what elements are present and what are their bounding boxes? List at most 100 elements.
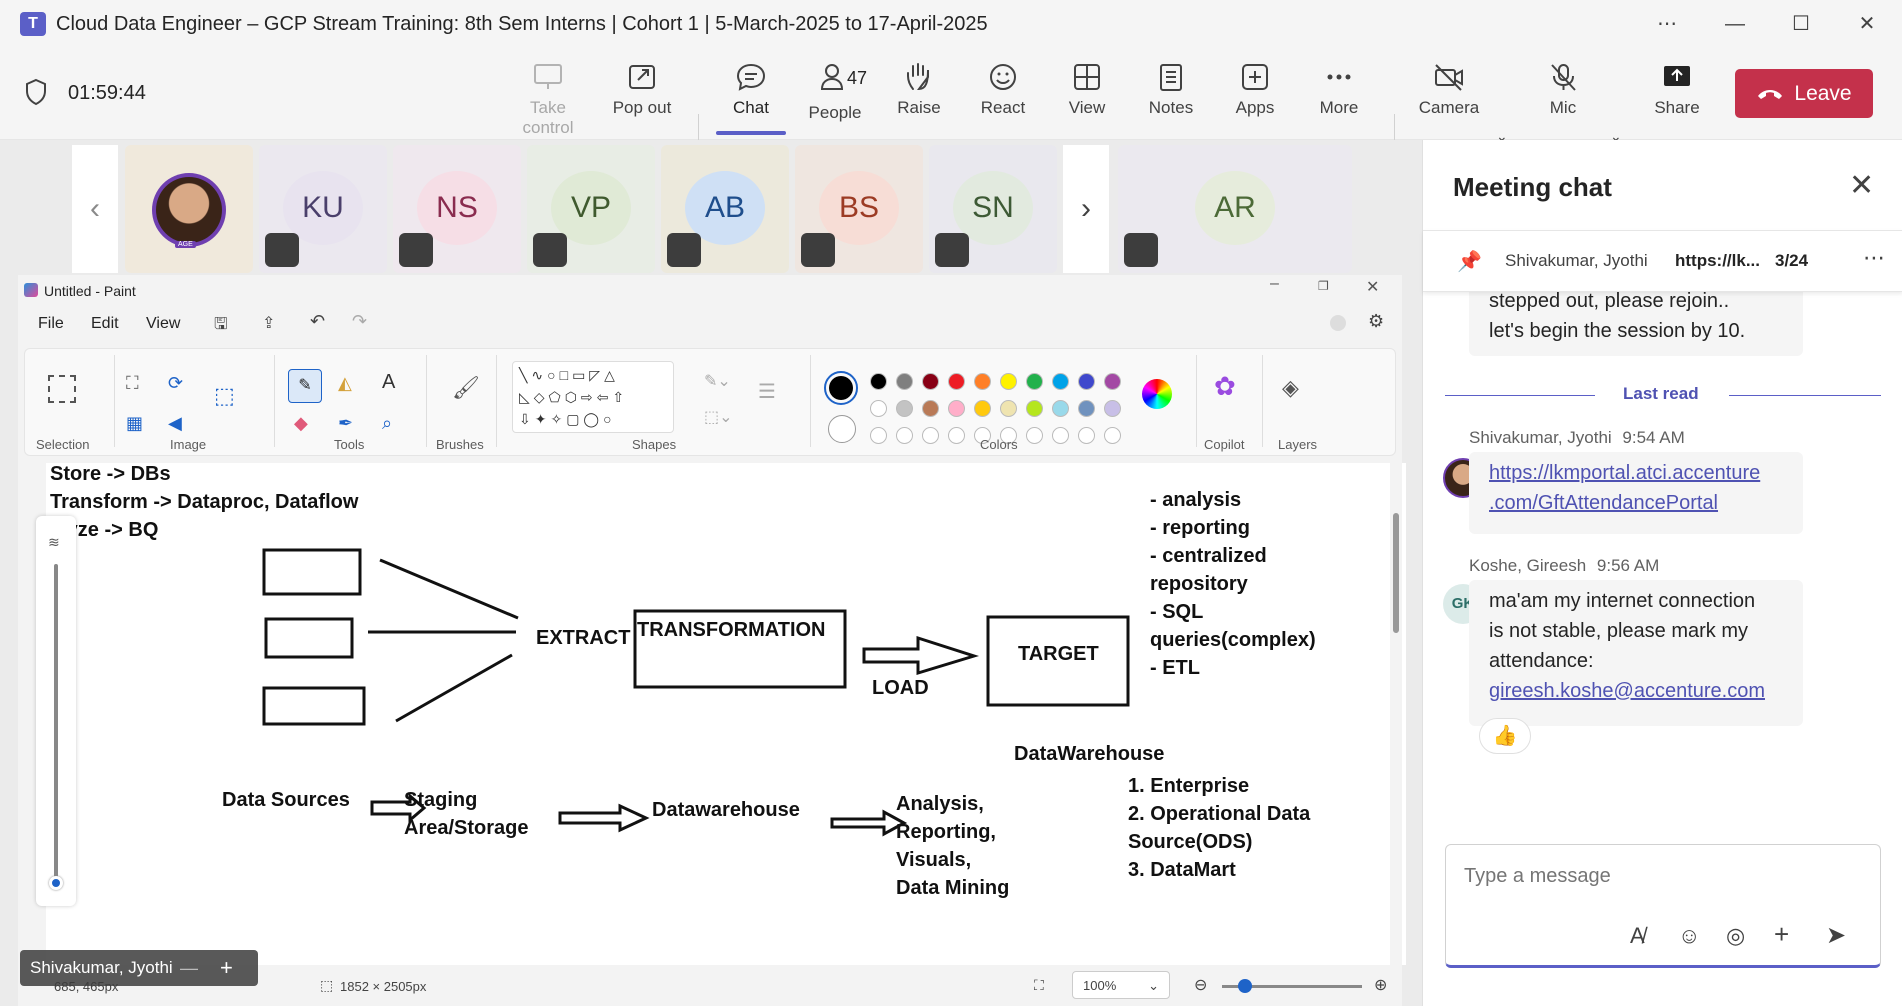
color-swatch[interactable] xyxy=(1052,373,1069,390)
participant-tile[interactable]: SN xyxy=(929,145,1057,273)
empty-color-slot[interactable] xyxy=(1078,427,1095,444)
participant-tile[interactable]: AR xyxy=(1118,145,1352,273)
pencil-tool-icon[interactable]: ✎ xyxy=(288,369,322,403)
shapes-gallery[interactable]: ╲∿○□▭◸△ ◺◇⬠⬡⇨⇦⇧ ⇩✦✧▢◯○ xyxy=(512,361,674,433)
copilot-icon[interactable]: ✿ xyxy=(1214,371,1236,402)
close-window-button[interactable]: ✕ xyxy=(1842,8,1892,40)
empty-color-slot[interactable] xyxy=(1026,427,1043,444)
settings-gear-icon[interactable]: ⚙ xyxy=(1368,311,1384,332)
paint-minimize-button[interactable]: – xyxy=(1270,275,1279,293)
color-swatch[interactable] xyxy=(1026,373,1043,390)
crop-icon[interactable]: ⛶ xyxy=(126,373,139,394)
color-swatch[interactable] xyxy=(1104,400,1121,417)
mic-button[interactable]: Mic xyxy=(1521,62,1605,132)
empty-color-slot[interactable] xyxy=(1052,427,1069,444)
participant-tile[interactable]: VP xyxy=(527,145,655,273)
color-swatch[interactable] xyxy=(1078,400,1095,417)
edit-colors-icon[interactable] xyxy=(1142,379,1172,409)
save-icon[interactable]: 🖫 xyxy=(214,313,228,340)
minimize-icon[interactable]: — xyxy=(180,950,198,986)
close-chat-icon[interactable]: ✕ xyxy=(1849,168,1874,203)
selection-tool-icon[interactable] xyxy=(48,375,76,403)
empty-color-slot[interactable] xyxy=(896,427,913,444)
raise-hand-button[interactable]: Raise xyxy=(877,62,961,132)
magnifier-icon[interactable]: ⌕ xyxy=(382,413,392,434)
camera-button[interactable]: Camera xyxy=(1407,62,1491,132)
menu-view[interactable]: View xyxy=(146,315,180,333)
layers-icon[interactable]: ◈ xyxy=(1282,375,1299,401)
menu-edit[interactable]: Edit xyxy=(91,315,119,333)
color-picker-icon[interactable]: ✒ xyxy=(338,413,353,434)
color-swatch[interactable] xyxy=(1078,373,1095,390)
fill-icon[interactable]: ⬚⌄ xyxy=(704,407,733,427)
redo-icon[interactable]: ↷ xyxy=(352,311,367,332)
color-swatch[interactable] xyxy=(1026,400,1043,417)
color-swatch[interactable] xyxy=(1000,373,1017,390)
color-swatch[interactable] xyxy=(896,400,913,417)
resize-icon[interactable]: ▦ xyxy=(126,413,143,434)
apps-button[interactable]: Apps xyxy=(1213,62,1297,132)
empty-color-slot[interactable] xyxy=(1104,427,1121,444)
participant-tile[interactable]: AGE xyxy=(125,145,253,273)
message-email-link[interactable]: gireesh.koshe@accenture.com xyxy=(1489,676,1783,706)
more-button[interactable]: More xyxy=(1297,62,1381,132)
secondary-color-swatch[interactable] xyxy=(828,415,856,443)
chat-button[interactable]: Chat xyxy=(709,62,793,132)
pinned-message-bar[interactable]: 📌 Shivakumar, Jyothi https://lk... 3/24 … xyxy=(1423,230,1902,292)
more-options-icon[interactable]: ⋯ xyxy=(1642,8,1692,40)
message-link[interactable]: .com/GftAttendancePortal xyxy=(1489,488,1783,518)
fit-to-window-icon[interactable]: ⛶ xyxy=(1034,977,1044,994)
empty-color-slot[interactable] xyxy=(922,427,939,444)
zoom-select[interactable]: 100% ⌄ xyxy=(1072,971,1170,999)
color-swatch[interactable] xyxy=(1000,400,1017,417)
color-swatch[interactable] xyxy=(948,373,965,390)
format-text-icon[interactable]: A̸ xyxy=(1630,923,1645,949)
flip-icon[interactable]: ◀ xyxy=(168,413,182,434)
color-swatch[interactable] xyxy=(870,400,887,417)
paint-restore-button[interactable]: ❐ xyxy=(1318,279,1329,293)
color-swatch[interactable] xyxy=(974,400,991,417)
primary-color-swatch[interactable] xyxy=(824,371,858,405)
color-swatch[interactable] xyxy=(870,373,887,390)
paint-close-button[interactable]: ✕ xyxy=(1366,277,1379,297)
color-swatch[interactable] xyxy=(1104,373,1121,390)
participant-tile[interactable]: AB xyxy=(661,145,789,273)
notes-button[interactable]: Notes xyxy=(1129,62,1213,132)
leave-button[interactable]: Leave xyxy=(1735,69,1873,118)
color-swatch[interactable] xyxy=(974,373,991,390)
empty-color-slot[interactable] xyxy=(870,427,887,444)
brush-icon[interactable]: 🖌 xyxy=(452,375,480,401)
color-swatch[interactable] xyxy=(922,400,939,417)
vertical-zoom-slider[interactable]: ≋ xyxy=(36,516,76,906)
color-swatch[interactable] xyxy=(948,400,965,417)
rotate-icon[interactable]: ⟳ xyxy=(168,373,183,394)
participant-tile[interactable]: BS xyxy=(795,145,923,273)
text-tool-icon[interactable]: A xyxy=(382,371,395,394)
minimize-button[interactable]: — xyxy=(1710,8,1760,40)
color-swatch[interactable] xyxy=(1052,400,1069,417)
message-input[interactable] xyxy=(1464,865,1864,888)
pinned-link-preview[interactable]: https://lk... xyxy=(1675,251,1760,271)
view-button[interactable]: View xyxy=(1045,62,1129,132)
maximize-button[interactable]: ☐ xyxy=(1776,8,1826,40)
people-button[interactable]: 47 People xyxy=(793,62,877,132)
fill-bucket-icon[interactable]: ◭ xyxy=(338,373,352,394)
menu-file[interactable]: File xyxy=(38,315,64,333)
image-select-icon[interactable]: ⬚ xyxy=(214,383,235,409)
send-icon[interactable]: ➤ xyxy=(1826,921,1846,950)
zoom-slider[interactable] xyxy=(1222,979,1362,993)
gallery-next-chevron-icon[interactable]: › xyxy=(1063,145,1109,273)
expand-icon[interactable]: + xyxy=(220,950,233,986)
attach-plus-icon[interactable]: + xyxy=(1774,919,1789,950)
account-icon[interactable] xyxy=(1330,315,1346,331)
size-icon[interactable]: ☰ xyxy=(758,379,776,404)
reaction-thumbs-up-icon[interactable]: 👍 xyxy=(1479,718,1531,754)
paint-canvas[interactable]: Store -> DBs Transform -> Dataproc, Data… xyxy=(46,463,1406,965)
zoom-out-icon[interactable]: ⊖ xyxy=(1194,975,1207,995)
react-button[interactable]: React xyxy=(961,62,1045,132)
loop-component-icon[interactable]: ◎ xyxy=(1726,923,1745,949)
share-button[interactable]: Share xyxy=(1635,62,1719,132)
take-control-button[interactable]: Take control xyxy=(506,62,590,137)
pop-out-button[interactable]: Pop out xyxy=(600,62,684,132)
outline-icon[interactable]: ✎⌄ xyxy=(704,371,731,391)
